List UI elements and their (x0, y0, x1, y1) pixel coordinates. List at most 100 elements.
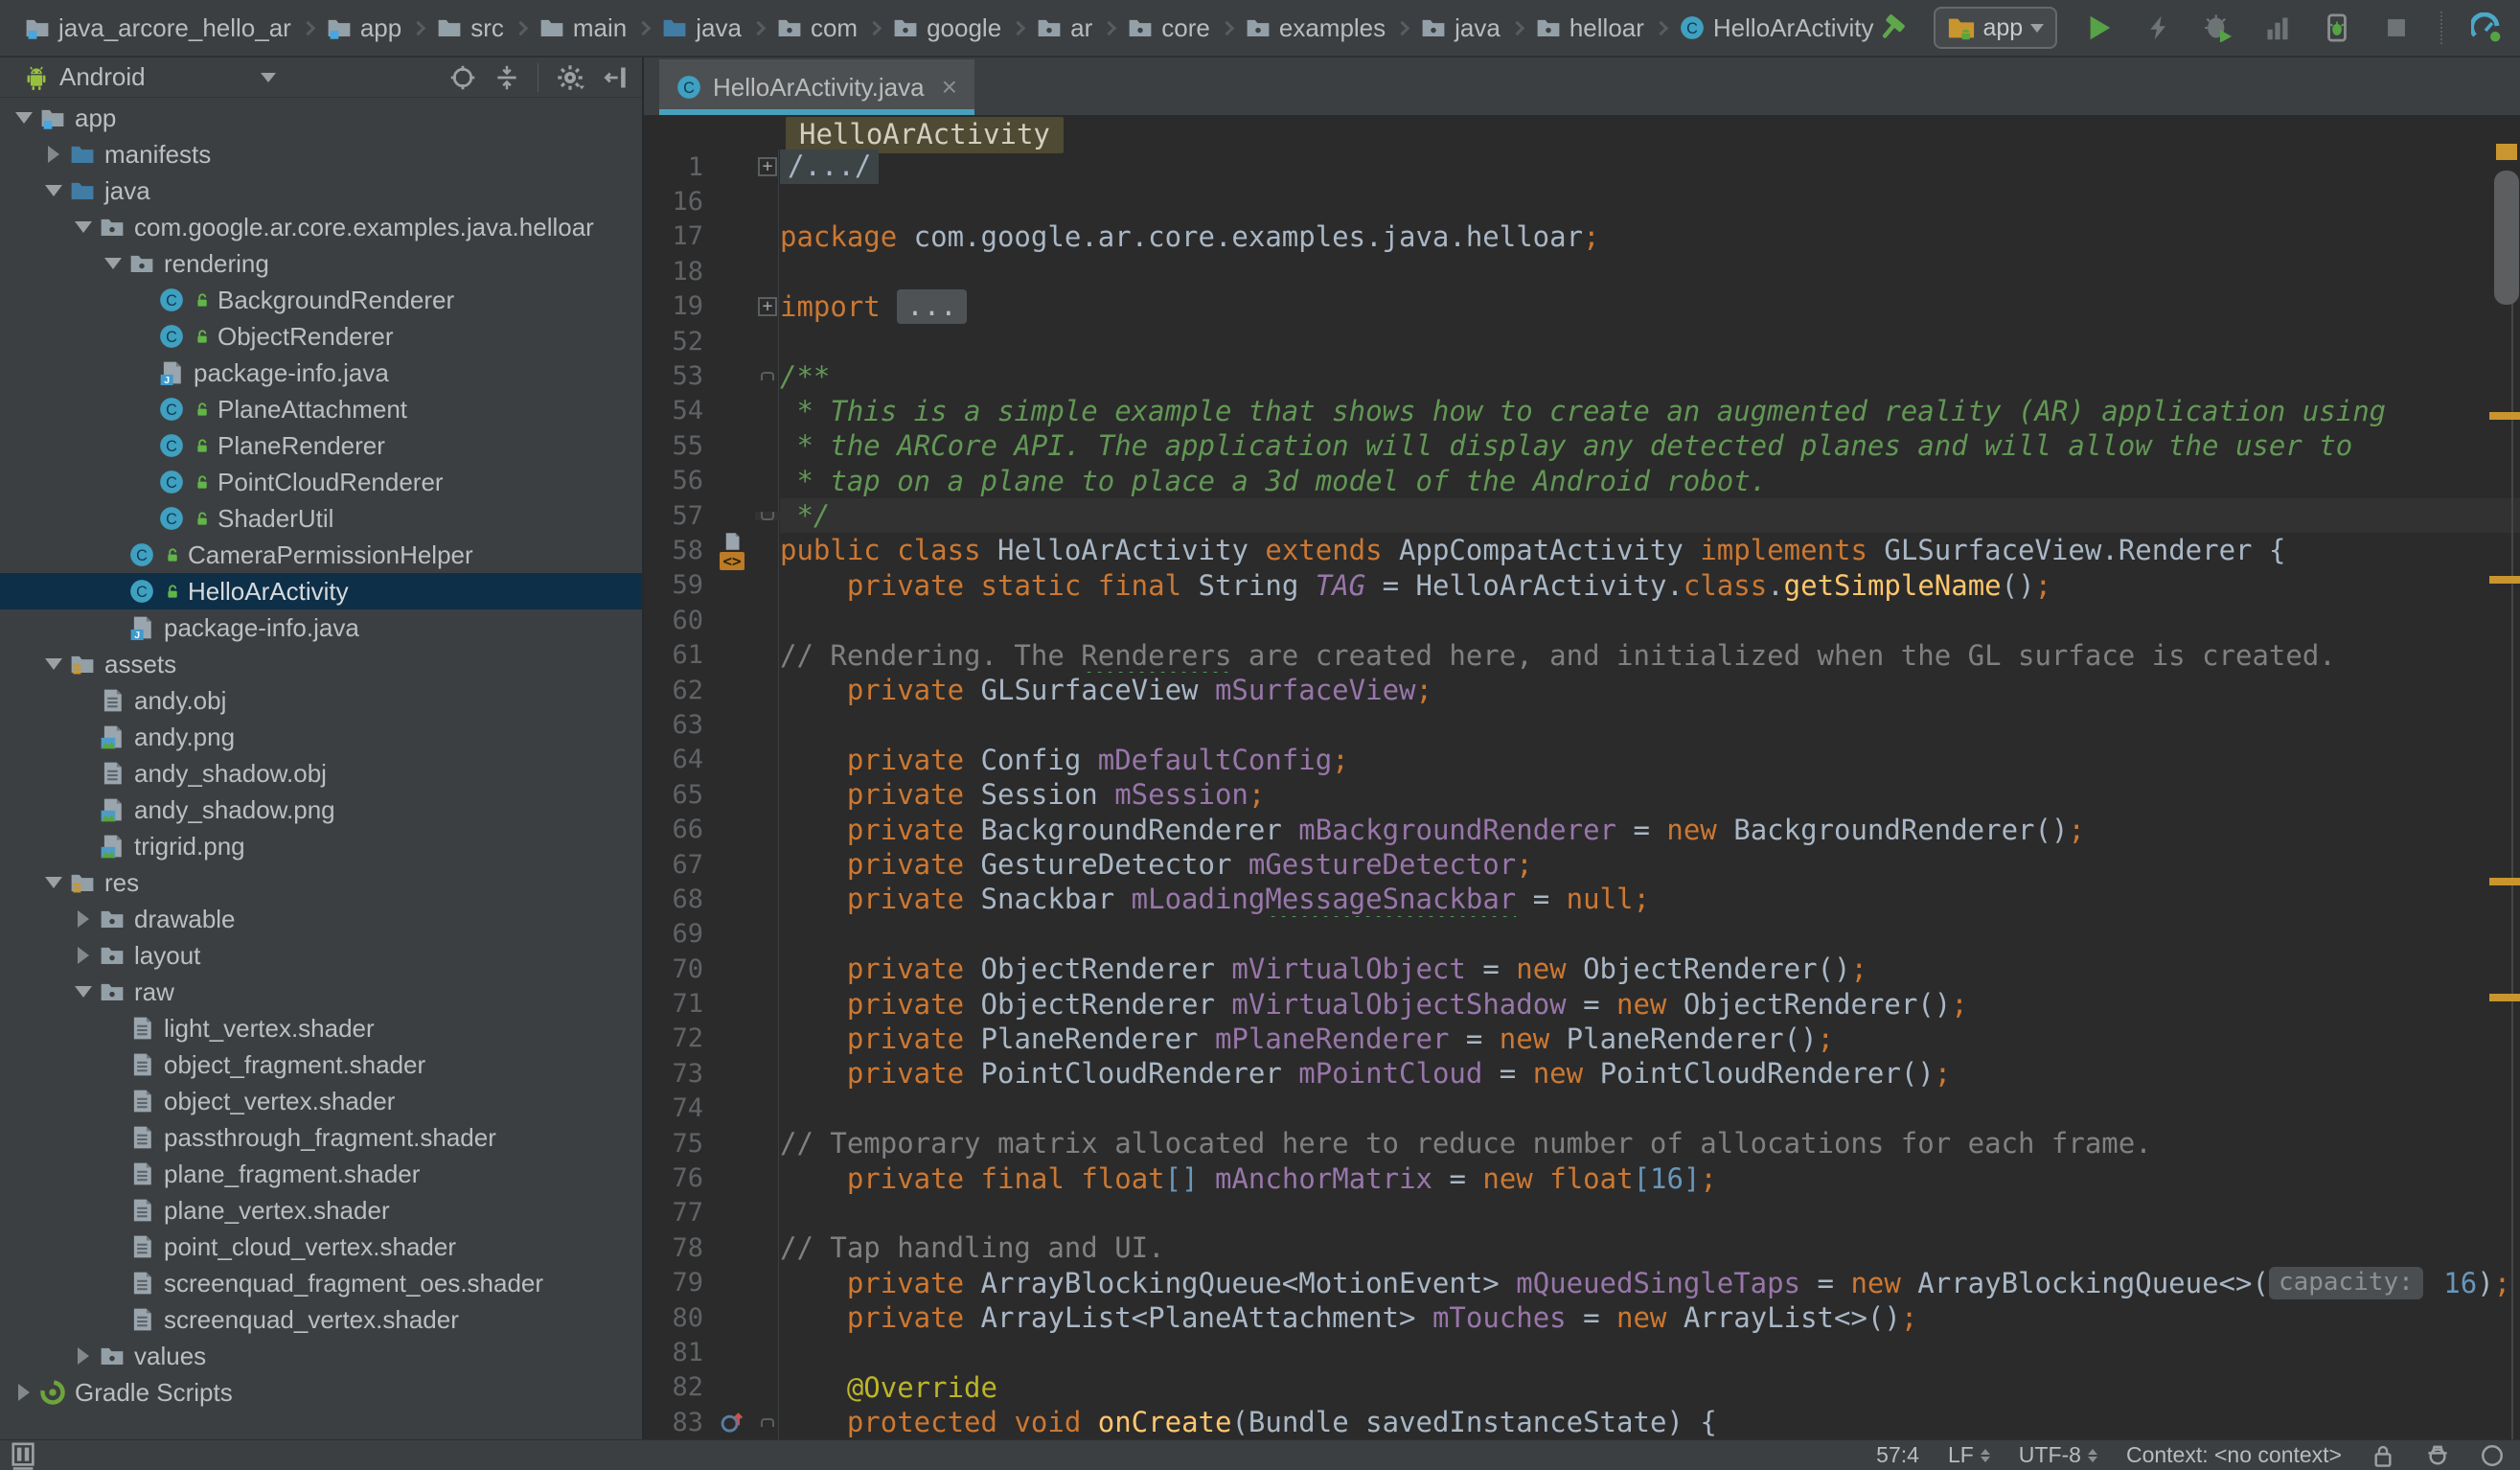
breadcrumb-item-google[interactable]: google (893, 13, 1001, 43)
tree-item-helloaractivity[interactable]: CHelloArActivity (0, 573, 642, 609)
tree-item-shaderutil[interactable]: CShaderUtil (0, 500, 642, 537)
code-text[interactable]: // Temporary matrix allocated here to re… (780, 1126, 2520, 1160)
breadcrumb-item-helloaractivity[interactable]: CHelloArActivity (1680, 13, 1874, 43)
code-text[interactable] (780, 1196, 2520, 1230)
breadcrumb-item-java-arcore-hello-ar[interactable]: java_arcore_hello_ar (25, 13, 291, 43)
tree-item-rendering[interactable]: rendering (0, 245, 642, 282)
tree-item-camerapermissionhelper[interactable]: CCameraPermissionHelper (0, 537, 642, 573)
related-file-icon[interactable] (722, 532, 742, 551)
tree-item-light-vertex-shader[interactable]: light_vertex.shader (0, 1010, 642, 1046)
warning-stripe-mark[interactable] (2489, 412, 2520, 420)
chevron-collapsed-icon[interactable] (69, 1347, 98, 1365)
code-text[interactable]: protected void onCreate(Bundle savedInst… (780, 1405, 2520, 1439)
override-method-icon[interactable] (720, 1410, 745, 1435)
tree-item-backgroundrenderer[interactable]: CBackgroundRenderer (0, 282, 642, 318)
settings-button[interactable] (556, 63, 584, 92)
breadcrumb-item-helloar[interactable]: helloar (1536, 13, 1644, 43)
chevron-expanded-icon[interactable] (39, 877, 68, 888)
stop-button[interactable] (2379, 11, 2414, 45)
code-text[interactable]: private BackgroundRenderer mBackgroundRe… (780, 812, 2520, 846)
fold-region-start-icon[interactable] (761, 372, 774, 380)
collapse-all-button[interactable] (493, 64, 520, 91)
chevron-down-icon[interactable] (261, 73, 276, 82)
encoding-selector[interactable]: UTF-8 (2019, 1442, 2097, 1468)
code-text[interactable]: package com.google.ar.core.examples.java… (780, 219, 2520, 254)
code-text[interactable]: private PlaneRenderer mPlaneRenderer = n… (780, 1022, 2520, 1056)
tree-item-andy-shadow-obj[interactable]: andy_shadow.obj (0, 755, 642, 792)
tree-item-object-vertex-shader[interactable]: object_vertex.shader (0, 1083, 642, 1119)
caret-position[interactable]: 57:4 (1876, 1442, 1919, 1468)
tree-item-planeattachment[interactable]: CPlaneAttachment (0, 391, 642, 427)
tree-item-screenquad-fragment-oes-shader[interactable]: screenquad_fragment_oes.shader (0, 1265, 642, 1301)
attach-debugger-button[interactable] (2320, 11, 2354, 45)
code-text[interactable] (780, 917, 2520, 952)
code-text[interactable]: /.../ (780, 149, 2520, 184)
select-opened-file-button[interactable] (449, 64, 476, 91)
tree-item-andy-png[interactable]: andy.png (0, 719, 642, 755)
tree-item-plane-vertex-shader[interactable]: plane_vertex.shader (0, 1192, 642, 1229)
tree-item-layout[interactable]: layout (0, 937, 642, 974)
code-text[interactable]: private GestureDetector mGestureDetector… (780, 847, 2520, 882)
code-text[interactable]: private final float[] mAnchorMatrix = ne… (780, 1160, 2520, 1195)
code-text[interactable] (780, 1335, 2520, 1369)
code-text[interactable]: private GLSurfaceView mSurfaceView; (780, 673, 2520, 707)
code-text[interactable]: import ... (780, 289, 2520, 324)
chevron-collapsed-icon[interactable] (10, 1384, 38, 1401)
tree-item-planerenderer[interactable]: CPlaneRenderer (0, 427, 642, 464)
project-view-selector[interactable]: Android (59, 62, 146, 92)
toolwindow-toggle-icon[interactable] (10, 1441, 38, 1470)
code-text[interactable]: private ObjectRenderer mVirtualObject = … (780, 952, 2520, 986)
breadcrumb-class-highlight[interactable]: HelloArActivity (786, 117, 1064, 153)
tab-helloaractivity[interactable]: C HelloArActivity.java × (659, 59, 974, 115)
tree-item-package-info-java[interactable]: Jpackage-info.java (0, 609, 642, 646)
run-button[interactable] (2082, 11, 2117, 45)
breadcrumb-item-examples[interactable]: examples (1246, 13, 1386, 43)
tree-item-point-cloud-vertex-shader[interactable]: point_cloud_vertex.shader (0, 1229, 642, 1265)
scrollbar-thumb[interactable] (2494, 171, 2519, 305)
tree-item-gradle-scripts[interactable]: Gradle Scripts (0, 1374, 642, 1411)
build-button[interactable] (1874, 11, 1909, 45)
breadcrumb-item-java[interactable]: java (662, 13, 742, 43)
code-text[interactable] (780, 324, 2520, 358)
tree-item-objectrenderer[interactable]: CObjectRenderer (0, 318, 642, 355)
hide-panel-button[interactable] (602, 64, 629, 91)
code-text[interactable] (780, 1091, 2520, 1126)
breadcrumb-item-core[interactable]: core (1128, 13, 1210, 43)
code-text[interactable]: private static final String TAG = HelloA… (780, 568, 2520, 603)
chevron-collapsed-icon[interactable] (39, 146, 68, 163)
breadcrumb-item-java[interactable]: java (1421, 13, 1501, 43)
close-icon[interactable]: × (942, 74, 957, 101)
code-text[interactable]: @Override (780, 1370, 2520, 1405)
tree-item-res[interactable]: res (0, 864, 642, 901)
code-text[interactable] (780, 707, 2520, 742)
code-text[interactable]: private Session mSession; (780, 777, 2520, 812)
breadcrumb-item-ar[interactable]: ar (1037, 13, 1092, 43)
line-separator-selector[interactable]: LF (1948, 1442, 1990, 1468)
code-text[interactable]: * This is a simple example that shows ho… (780, 394, 2520, 428)
breadcrumb-item-main[interactable]: main (539, 13, 627, 43)
fold-expand-icon[interactable]: + (758, 157, 777, 176)
code-text[interactable]: private ArrayList<PlaneAttachment> mTouc… (780, 1300, 2520, 1335)
lock-icon[interactable] (2371, 1443, 2395, 1468)
breadcrumb-item-src[interactable]: src (437, 13, 504, 43)
breadcrumb-item-com[interactable]: com (777, 13, 858, 43)
code-text[interactable]: // Tap handling and UI. (780, 1230, 2520, 1265)
tree-item-pointcloudrenderer[interactable]: CPointCloudRenderer (0, 464, 642, 500)
chevron-expanded-icon[interactable] (69, 986, 98, 998)
code-text[interactable]: * the ARCore API. The application will d… (780, 428, 2520, 463)
fold-region-start-icon[interactable] (761, 1418, 774, 1427)
code-text[interactable]: private Config mDefaultConfig; (780, 743, 2520, 777)
tree-item-object-fragment-shader[interactable]: object_fragment.shader (0, 1046, 642, 1083)
tree-item-andy-shadow-png[interactable]: andy_shadow.png (0, 792, 642, 828)
avd-manager-button[interactable] (2469, 11, 2504, 45)
chevron-collapsed-icon[interactable] (69, 947, 98, 964)
code-text[interactable]: private PointCloudRenderer mPointCloud =… (780, 1056, 2520, 1091)
tree-item-trigrid-png[interactable]: trigrid.png (0, 828, 642, 864)
warning-stripe-mark[interactable] (2489, 994, 2520, 1001)
code-text[interactable]: // Rendering. The Renderers are created … (780, 637, 2520, 672)
run-config-select[interactable]: app (1934, 7, 2058, 49)
context-selector[interactable]: Context: <no context> (2126, 1442, 2342, 1468)
code-text[interactable]: */ (780, 498, 2520, 533)
tree-item-raw[interactable]: raw (0, 974, 642, 1010)
tree-item-drawable[interactable]: drawable (0, 901, 642, 937)
